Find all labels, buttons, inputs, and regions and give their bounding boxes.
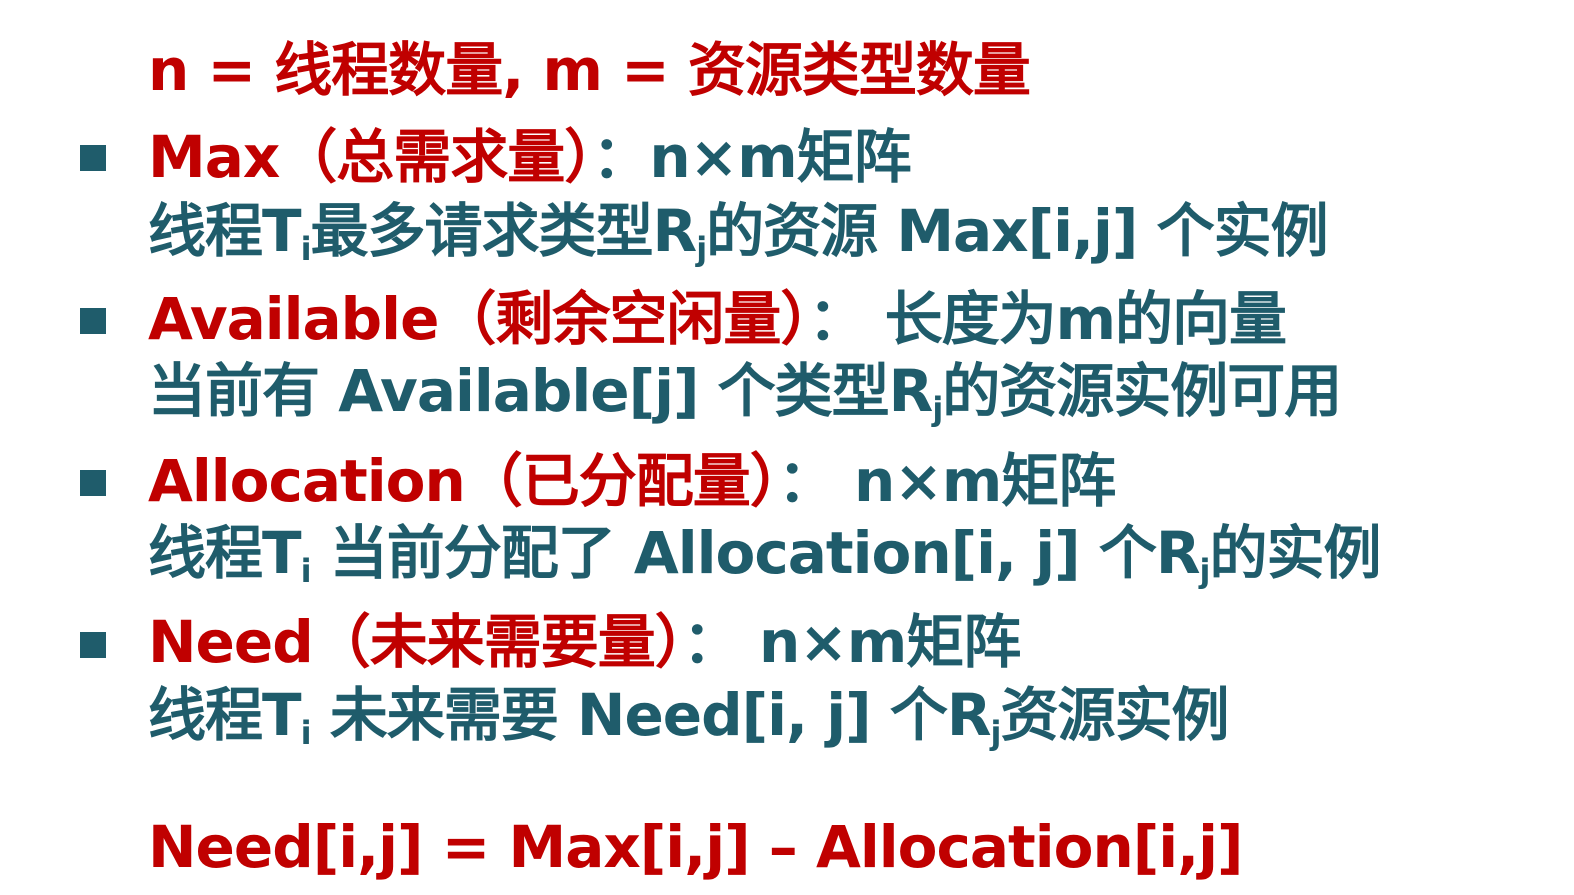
- allocation-type: n×m矩阵: [853, 447, 1116, 515]
- max-paren: （总需求量）: [279, 123, 593, 191]
- need-paren: （未来需要量）: [312, 608, 684, 676]
- slide: n = 线程数量, m = 资源类型数量 Max（总需求量）：n×m矩阵 线程T…: [0, 0, 1574, 895]
- bullet-square-icon: [80, 145, 106, 171]
- bullet-square-icon: [80, 470, 106, 496]
- need-type: n×m矩阵: [758, 608, 1021, 676]
- max-type: n×m矩阵: [649, 123, 911, 191]
- allocation-colon: ：: [777, 447, 854, 515]
- available-colon: ：: [808, 285, 885, 353]
- max-heading: Max（总需求量）：n×m矩阵: [148, 122, 912, 192]
- definitions-line: n = 线程数量, m = 资源类型数量: [148, 36, 1031, 104]
- allocation-description: 线程Ti 当前分配了 Allocation[i, j] 个Rj的实例: [148, 519, 1381, 590]
- allocation-paren: （已分配量）: [464, 447, 779, 515]
- bullet-square-icon: [80, 308, 106, 334]
- need-formula: Need[i,j] = Max[i,j] – Allocation[i,j]: [148, 813, 1244, 881]
- available-paren: （剩余空闲量）: [438, 285, 809, 353]
- need-description: 线程Ti 未来需要 Need[i, j] 个Rj资源实例: [148, 681, 1229, 752]
- max-name: Max: [148, 123, 280, 191]
- need-heading: Need（未来需要量）： n×m矩阵: [148, 607, 1021, 677]
- available-name: Available: [148, 285, 439, 353]
- bullet-square-icon: [80, 632, 106, 658]
- max-description: 线程Ti最多请求类型Rj的资源 Max[i,j] 个实例: [148, 197, 1329, 268]
- available-description: 当前有 Available[j] 个类型Rj的资源实例可用: [148, 357, 1342, 428]
- available-type: 长度为m的向量: [884, 285, 1287, 353]
- allocation-name: Allocation: [148, 447, 466, 515]
- need-name: Need: [148, 608, 314, 676]
- allocation-heading: Allocation（已分配量）： n×m矩阵: [148, 446, 1116, 516]
- max-colon: ：: [592, 123, 650, 191]
- available-heading: Available（剩余空闲量）： 长度为m的向量: [148, 284, 1287, 354]
- need-colon: ：: [682, 608, 759, 676]
